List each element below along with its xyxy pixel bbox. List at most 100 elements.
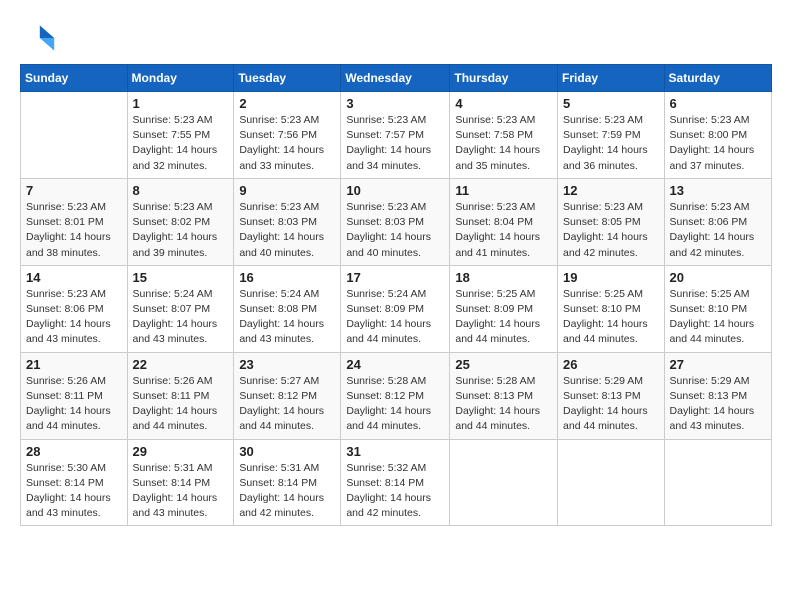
day-info: Sunrise: 5:23 AM Sunset: 8:00 PM Dayligh… [670,113,766,174]
calendar-cell: 9 Sunrise: 5:23 AM Sunset: 8:03 PM Daylig… [234,178,341,265]
day-number: 26 [563,357,659,372]
day-number: 5 [563,96,659,111]
day-number: 23 [239,357,335,372]
day-info: Sunrise: 5:25 AM Sunset: 8:10 PM Dayligh… [670,287,766,348]
day-info: Sunrise: 5:31 AM Sunset: 8:14 PM Dayligh… [133,461,229,522]
day-info: Sunrise: 5:28 AM Sunset: 8:12 PM Dayligh… [346,374,444,435]
day-info: Sunrise: 5:23 AM Sunset: 8:06 PM Dayligh… [26,287,122,348]
calendar-cell [664,439,771,526]
day-info: Sunrise: 5:32 AM Sunset: 8:14 PM Dayligh… [346,461,444,522]
day-number: 7 [26,183,122,198]
day-info: Sunrise: 5:24 AM Sunset: 8:09 PM Dayligh… [346,287,444,348]
day-number: 13 [670,183,766,198]
day-number: 2 [239,96,335,111]
day-info: Sunrise: 5:23 AM Sunset: 7:57 PM Dayligh… [346,113,444,174]
day-number: 30 [239,444,335,459]
calendar-week-2: 7 Sunrise: 5:23 AM Sunset: 8:01 PM Daylig… [21,178,772,265]
day-header-saturday: Saturday [664,65,771,92]
calendar-cell: 20 Sunrise: 5:25 AM Sunset: 8:10 PM Dayli… [664,265,771,352]
day-info: Sunrise: 5:23 AM Sunset: 8:04 PM Dayligh… [455,200,552,261]
day-number: 1 [133,96,229,111]
day-number: 11 [455,183,552,198]
day-info: Sunrise: 5:23 AM Sunset: 7:58 PM Dayligh… [455,113,552,174]
day-number: 24 [346,357,444,372]
day-number: 22 [133,357,229,372]
day-header-tuesday: Tuesday [234,65,341,92]
day-number: 4 [455,96,552,111]
calendar-cell: 25Sunrise: 5:28 AM Sunset: 8:13 PM Dayli… [450,352,558,439]
calendar-cell: 1 Sunrise: 5:23 AM Sunset: 7:55 PM Daylig… [127,92,234,179]
calendar-cell: 17Sunrise: 5:24 AM Sunset: 8:09 PM Dayli… [341,265,450,352]
calendar-cell: 13 Sunrise: 5:23 AM Sunset: 8:06 PM Dayli… [664,178,771,265]
calendar-cell: 2 Sunrise: 5:23 AM Sunset: 7:56 PM Daylig… [234,92,341,179]
calendar-week-1: 1 Sunrise: 5:23 AM Sunset: 7:55 PM Daylig… [21,92,772,179]
day-number: 3 [346,96,444,111]
day-header-monday: Monday [127,65,234,92]
day-number: 18 [455,270,552,285]
day-number: 27 [670,357,766,372]
day-header-sunday: Sunday [21,65,128,92]
calendar-week-3: 14 Sunrise: 5:23 AM Sunset: 8:06 PM Dayli… [21,265,772,352]
day-info: Sunrise: 5:28 AM Sunset: 8:13 PM Dayligh… [455,374,552,435]
day-number: 16 [239,270,335,285]
calendar-cell: 4 Sunrise: 5:23 AM Sunset: 7:58 PM Daylig… [450,92,558,179]
day-number: 29 [133,444,229,459]
day-info: Sunrise: 5:23 AM Sunset: 8:02 PM Dayligh… [133,200,229,261]
calendar-cell: 30 Sunrise: 5:31 AM Sunset: 8:14 PM Dayli… [234,439,341,526]
day-info: Sunrise: 5:23 AM Sunset: 8:03 PM Dayligh… [239,200,335,261]
day-info: Sunrise: 5:26 AM Sunset: 8:11 PM Dayligh… [26,374,122,435]
calendar-cell [21,92,128,179]
day-number: 31 [346,444,444,459]
day-info: Sunrise: 5:23 AM Sunset: 7:56 PM Dayligh… [239,113,335,174]
day-number: 14 [26,270,122,285]
calendar-cell: 22 Sunrise: 5:26 AM Sunset: 8:11 PM Dayli… [127,352,234,439]
calendar-cell: 14 Sunrise: 5:23 AM Sunset: 8:06 PM Dayli… [21,265,128,352]
calendar-cell: 28 Sunrise: 5:30 AM Sunset: 8:14 PM Dayli… [21,439,128,526]
day-info: Sunrise: 5:29 AM Sunset: 8:13 PM Dayligh… [563,374,659,435]
calendar-cell: 5Sunrise: 5:23 AM Sunset: 7:59 PM Daylig… [558,92,665,179]
day-info: Sunrise: 5:23 AM Sunset: 8:03 PM Dayligh… [346,200,444,261]
calendar-cell: 3 Sunrise: 5:23 AM Sunset: 7:57 PM Daylig… [341,92,450,179]
day-info: Sunrise: 5:23 AM Sunset: 8:06 PM Dayligh… [670,200,766,261]
calendar-table: SundayMondayTuesdayWednesdayThursdayFrid… [20,64,772,526]
calendar-cell: 23Sunrise: 5:27 AM Sunset: 8:12 PM Dayli… [234,352,341,439]
calendar-cell: 12Sunrise: 5:23 AM Sunset: 8:05 PM Dayli… [558,178,665,265]
day-header-wednesday: Wednesday [341,65,450,92]
calendar-cell: 29 Sunrise: 5:31 AM Sunset: 8:14 PM Dayli… [127,439,234,526]
calendar-cell: 16 Sunrise: 5:24 AM Sunset: 8:08 PM Dayli… [234,265,341,352]
calendar-cell [558,439,665,526]
day-info: Sunrise: 5:24 AM Sunset: 8:07 PM Dayligh… [133,287,229,348]
calendar-cell: 26 Sunrise: 5:29 AM Sunset: 8:13 PM Dayli… [558,352,665,439]
day-number: 20 [670,270,766,285]
calendar-cell: 10Sunrise: 5:23 AM Sunset: 8:03 PM Dayli… [341,178,450,265]
calendar-cell: 21 Sunrise: 5:26 AM Sunset: 8:11 PM Dayli… [21,352,128,439]
calendar-cell: 27 Sunrise: 5:29 AM Sunset: 8:13 PM Dayli… [664,352,771,439]
calendar-cell: 15 Sunrise: 5:24 AM Sunset: 8:07 PM Dayli… [127,265,234,352]
day-info: Sunrise: 5:23 AM Sunset: 7:55 PM Dayligh… [133,113,229,174]
calendar-cell: 11 Sunrise: 5:23 AM Sunset: 8:04 PM Dayli… [450,178,558,265]
day-info: Sunrise: 5:29 AM Sunset: 8:13 PM Dayligh… [670,374,766,435]
logo [20,20,60,56]
calendar-cell: 31 Sunrise: 5:32 AM Sunset: 8:14 PM Dayli… [341,439,450,526]
page-header [20,16,772,56]
day-info: Sunrise: 5:23 AM Sunset: 8:01 PM Dayligh… [26,200,122,261]
calendar-week-4: 21 Sunrise: 5:26 AM Sunset: 8:11 PM Dayli… [21,352,772,439]
day-number: 19 [563,270,659,285]
calendar-cell: 8Sunrise: 5:23 AM Sunset: 8:02 PM Daylig… [127,178,234,265]
day-number: 28 [26,444,122,459]
day-info: Sunrise: 5:25 AM Sunset: 8:10 PM Dayligh… [563,287,659,348]
day-number: 9 [239,183,335,198]
day-info: Sunrise: 5:31 AM Sunset: 8:14 PM Dayligh… [239,461,335,522]
day-info: Sunrise: 5:26 AM Sunset: 8:11 PM Dayligh… [133,374,229,435]
day-header-friday: Friday [558,65,665,92]
calendar-cell: 19 Sunrise: 5:25 AM Sunset: 8:10 PM Dayli… [558,265,665,352]
day-number: 15 [133,270,229,285]
day-number: 6 [670,96,766,111]
day-info: Sunrise: 5:30 AM Sunset: 8:14 PM Dayligh… [26,461,122,522]
day-info: Sunrise: 5:24 AM Sunset: 8:08 PM Dayligh… [239,287,335,348]
day-number: 21 [26,357,122,372]
calendar-cell [450,439,558,526]
calendar-cell: 24 Sunrise: 5:28 AM Sunset: 8:12 PM Dayli… [341,352,450,439]
day-info: Sunrise: 5:25 AM Sunset: 8:09 PM Dayligh… [455,287,552,348]
calendar-header-row: SundayMondayTuesdayWednesdayThursdayFrid… [21,65,772,92]
